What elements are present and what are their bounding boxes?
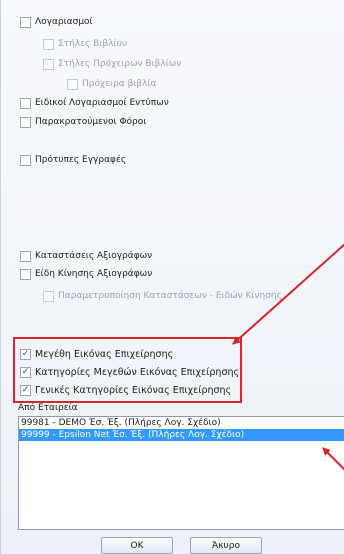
option-label: Παρακρατούμενοι Φόροι [35, 117, 147, 127]
option-label: Λογαριασμοί [35, 17, 93, 27]
company-list-item[interactable]: 99999 - Epsilon Net Έσ. Έξ. (Πλήρες Λογ.… [19, 429, 344, 441]
copy-options-dialog: Λογαριασμοί Στήλες Βιβλίου Στήλες Πρόχειρω… [0, 0, 344, 554]
option-label: Καταστάσεις Αξιογράφων [35, 251, 153, 261]
option-checkbox [43, 38, 54, 50]
option-row: Παραμετροποίηση Καταστάσεων - Ειδών Κίνη… [43, 289, 282, 303]
highlight-annotation-box [13, 337, 242, 403]
option-label: Πρόχειρα βιβλία [82, 79, 157, 89]
option-label: Στήλες Βιβλίου [58, 39, 128, 49]
option-label: Ειδικοί Λογαριασμοί Εντύπων [35, 98, 169, 108]
company-listbox[interactable]: 99981 - DEMO Έσ. Έξ. (Πλήρες Λογ. Σχέδιο… [18, 416, 344, 530]
option-label: Στήλες Πρόχειρων Βιβλίων [58, 59, 182, 69]
ok-button[interactable]: OK [101, 537, 173, 554]
option-row[interactable]: Λογαριασμοί [20, 15, 93, 29]
option-checkbox [43, 58, 54, 70]
option-row[interactable]: Είδη Κίνησης Αξιογράφων [20, 267, 152, 281]
option-row[interactable]: Παρακρατούμενοι Φόροι [20, 115, 146, 129]
option-checkbox[interactable] [20, 116, 31, 128]
company-list-item[interactable]: 99981 - DEMO Έσ. Έξ. (Πλήρες Λογ. Σχέδιο… [19, 417, 344, 429]
option-checkbox[interactable] [20, 16, 31, 28]
option-checkbox [43, 290, 54, 302]
option-checkbox[interactable] [20, 97, 31, 109]
option-row[interactable]: Καταστάσεις Αξιογράφων [20, 249, 152, 263]
option-checkbox[interactable] [20, 154, 31, 166]
option-row: Στήλες Βιβλίου [43, 37, 127, 51]
option-row: Πρόχειρα βιβλία [67, 77, 156, 91]
option-row[interactable]: Πρότυπες Εγγραφές [20, 153, 126, 167]
option-label: Παραμετροποίηση Καταστάσεων - Ειδών Κίνη… [58, 291, 282, 301]
option-checkbox[interactable] [20, 268, 31, 280]
option-row: Στήλες Πρόχειρων Βιβλίων [43, 57, 181, 71]
cancel-button[interactable]: Άκυρο [190, 537, 262, 554]
option-checkbox [67, 78, 78, 90]
option-label: Πρότυπες Εγγραφές [35, 155, 127, 165]
option-row[interactable]: Ειδικοί Λογαριασμοί Εντύπων [20, 96, 169, 110]
from-company-label: Από Εταιρεία [18, 403, 78, 413]
option-label: Είδη Κίνησης Αξιογράφων [35, 269, 153, 279]
option-checkbox[interactable] [20, 250, 31, 262]
